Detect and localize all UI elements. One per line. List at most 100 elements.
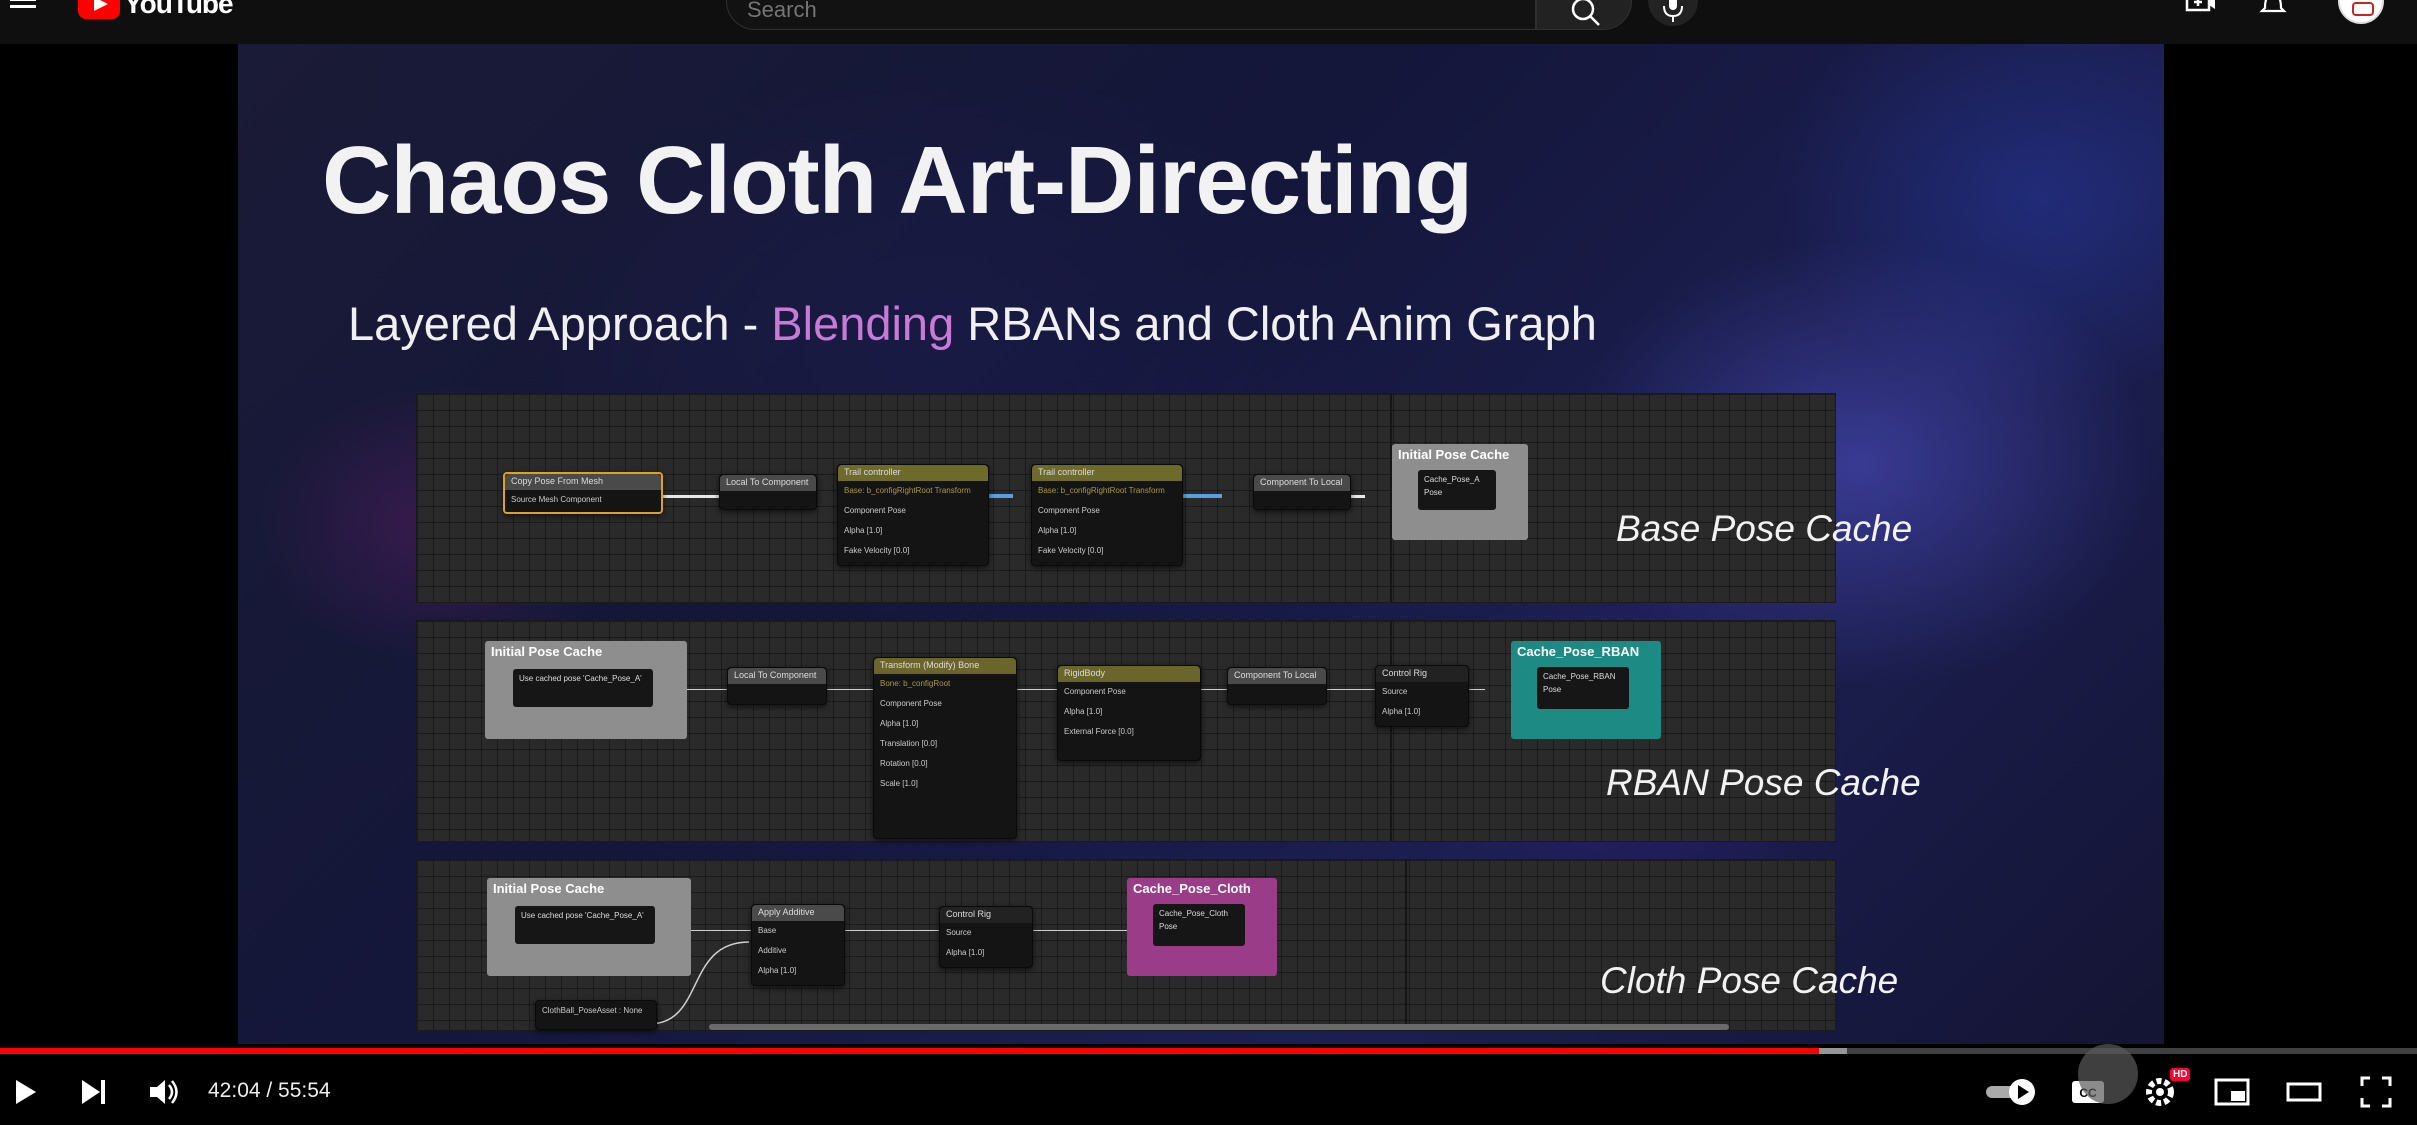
node-subtitle: Base: b_configRightRoot Transform [1038, 486, 1165, 495]
pin-label: Alpha [1038, 526, 1059, 535]
autoplay-icon [1986, 1079, 2035, 1105]
base-pose-graph-panel: Copy Pose From Mesh Source Mesh Componen… [416, 393, 1836, 603]
cache-inner-title: Cache_Pose_Cloth [1159, 909, 1228, 918]
node-pin: Alpha [1.0] [1038, 526, 1077, 535]
component-to-local-node: Component To Local [1227, 667, 1327, 705]
cache-inner: Use cached pose 'Cache_Pose_A' [513, 669, 653, 707]
cache-title: Initial Pose Cache [1398, 447, 1510, 462]
node-pin: Rotation [0.0] [880, 759, 928, 768]
pin-value: 0.0 [914, 759, 926, 768]
notifications-button[interactable] [2256, 0, 2290, 24]
autoplay-toggle[interactable] [1984, 1072, 2040, 1112]
video-player[interactable]: Chaos Cloth Art-Directing Layered Approa… [0, 44, 2417, 1044]
node-pin: Alpha [1.0] [880, 719, 919, 728]
theater-mode-button[interactable] [2284, 1072, 2324, 1112]
graph-scrollbar[interactable] [709, 1024, 1729, 1030]
pin-label: Alpha [1382, 707, 1403, 716]
next-icon [82, 1080, 105, 1104]
transform-modify-bone-node: Transform (Modify) Bone Bone: b_configRo… [873, 657, 1017, 839]
menu-icon[interactable] [10, 0, 40, 18]
initial-pose-cache-node: Initial Pose Cache Use cached pose 'Cach… [485, 641, 687, 739]
youtube-logo[interactable]: YouTube [78, 0, 234, 22]
voice-search-button[interactable] [1648, 0, 1698, 26]
pin-value: 1.0 [1088, 707, 1101, 716]
cache-title: Cache_Pose_Cloth [1133, 881, 1251, 896]
node-title: Local To Component [728, 668, 826, 684]
node-title: Apply Additive [752, 905, 844, 921]
pin-label: Alpha [844, 526, 865, 535]
node-pin: Base [758, 926, 777, 935]
node-pin: Source [1382, 687, 1408, 696]
cache-inner: Cache_Pose_Cloth Pose [1153, 904, 1245, 946]
pin-value: 0.0 [923, 739, 935, 748]
hd-badge: HD [2170, 1068, 2191, 1081]
play-icon [16, 1080, 36, 1104]
cache-inner-pin: Pose [1159, 922, 1178, 931]
trail-controller-node-2: Trail controller Base: b_configRightRoot… [1031, 464, 1183, 566]
volume-button[interactable] [144, 1072, 184, 1112]
search-box[interactable] [726, 0, 1536, 30]
panel-divider [1405, 860, 1407, 1030]
local-to-component-node: Local To Component [719, 474, 817, 510]
node-subtitle: Base: b_configRightRoot Transform [844, 486, 971, 495]
miniplayer-button[interactable] [2212, 1072, 2252, 1112]
cache-inner: Use cached pose 'Cache_Pose_A' [515, 906, 655, 944]
node-pin: Additive [758, 946, 787, 955]
pin-value: 1.0 [904, 719, 917, 728]
node-pin: Translation [0.0] [880, 739, 938, 748]
cache-pose-rban-node: Cache_Pose_RBAN Cache_Pose_RBAN Pose [1511, 641, 1661, 739]
avatar[interactable] [2338, 0, 2384, 24]
pin-label: Alpha [946, 948, 967, 957]
panel-divider [1390, 621, 1392, 841]
cache-inner-title: Cache_Pose_A [1424, 475, 1480, 484]
pin-value: 1.0 [970, 948, 983, 957]
create-button[interactable] [2184, 0, 2218, 24]
node-pin: Source [946, 928, 972, 937]
node-title: Local To Component [720, 475, 816, 491]
pin-value: 0.0 [896, 546, 908, 555]
node-title: Control Rig [940, 907, 1032, 923]
subtitle-highlight: Blending [771, 297, 955, 350]
node-title: Trail controller [1032, 465, 1182, 481]
miniplayer-icon [2214, 1078, 2250, 1106]
next-button[interactable] [74, 1072, 114, 1112]
masthead: YouTube [0, 0, 2417, 44]
pin-value: 1.0 [1406, 707, 1419, 716]
cache-inner-title: Use cached pose 'Cache_Pose_A' [519, 674, 642, 683]
control-rig-node: Control Rig Source Alpha [1.0] [939, 906, 1033, 968]
pin-value: 1.0 [1062, 526, 1075, 535]
rigidbody-node: RigidBody Component Pose Alpha [1.0] Ext… [1057, 665, 1201, 761]
pin-label: Scale [880, 779, 901, 788]
cache-title: Initial Pose Cache [493, 881, 605, 896]
node-pin: Alpha [1.0] [1382, 707, 1421, 716]
search-input[interactable] [747, 0, 1487, 25]
pin-value: 0.0 [1120, 727, 1132, 736]
pin-label: Rotation [880, 759, 910, 768]
play-button[interactable] [4, 1072, 44, 1112]
fullscreen-button[interactable] [2356, 1072, 2396, 1112]
subtitle-post: RBANs and Cloth Anim Graph [954, 297, 1597, 350]
node-title: Transform (Modify) Bone [874, 658, 1016, 674]
control-rig-node: Control Rig Source Alpha [1.0] [1375, 665, 1469, 727]
logo-text: YouTube [124, 0, 234, 19]
pin-value: 1.0 [782, 966, 795, 975]
progress-played [0, 1048, 1819, 1054]
pin-label: Alpha [1064, 707, 1085, 716]
subtitle-pre: Layered Approach - [348, 297, 772, 350]
progress-bar[interactable] [0, 1048, 2417, 1054]
caption-rban-pose-cache: RBAN Pose Cache [1606, 762, 1921, 803]
node-pin: Component Pose [1064, 687, 1126, 696]
node-pin: Fake Velocity [0.0] [844, 546, 910, 555]
cache-inner-pin: Pose [1543, 685, 1562, 694]
cache-inner: Cache_Pose_A Pose [1418, 470, 1496, 510]
apply-additive-node: Apply Additive Base Additive Alpha [1.0] [751, 904, 845, 986]
node-pin: Alpha [1.0] [844, 526, 883, 535]
node-pin: Alpha [1.0] [758, 966, 797, 975]
pose-asset-node: ClothBall_PoseAsset : None [535, 1000, 657, 1030]
search-button[interactable] [1536, 0, 1632, 30]
node-pin: Component Pose [880, 699, 942, 708]
node-pin: Component Pose [1038, 506, 1100, 515]
slide-title: Chaos Cloth Art-Directing [322, 127, 1473, 234]
node-pin: Alpha [1.0] [1064, 707, 1103, 716]
cache-title: Initial Pose Cache [491, 644, 603, 659]
